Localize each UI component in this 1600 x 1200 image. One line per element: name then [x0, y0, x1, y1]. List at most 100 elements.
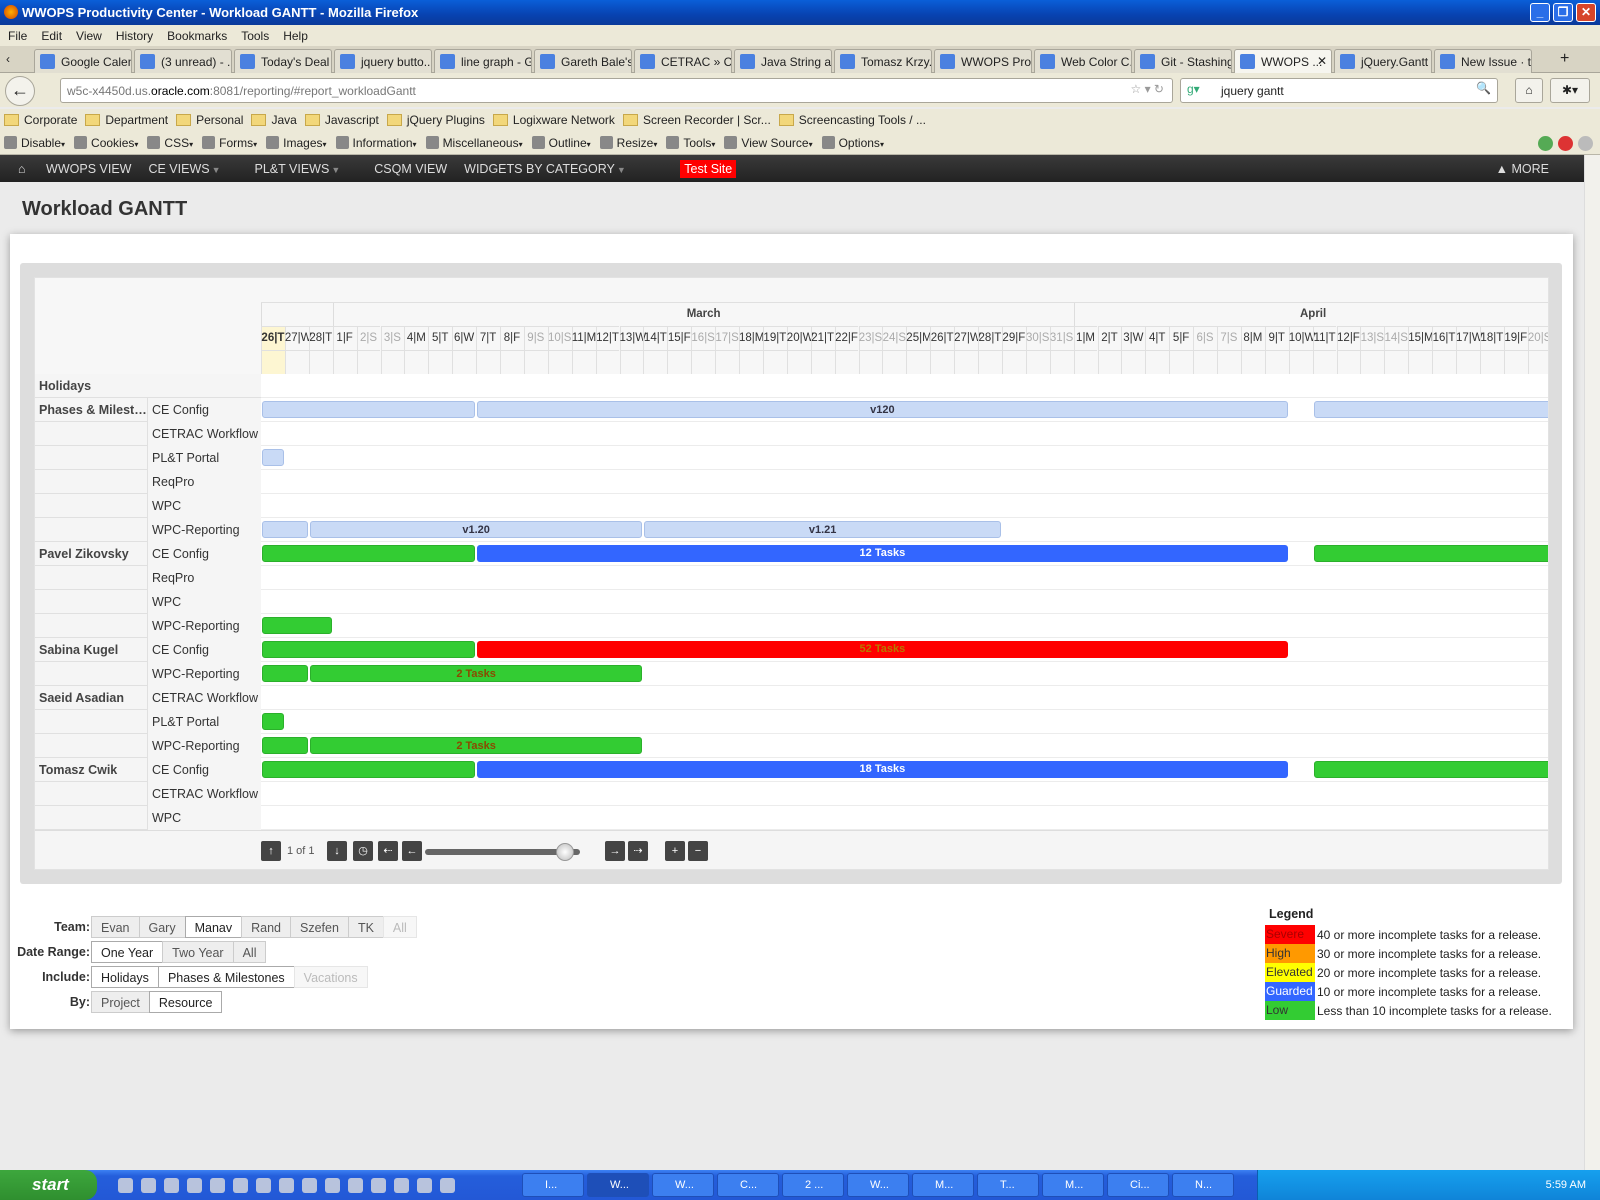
tab[interactable]: Gareth Bale's... — [534, 49, 632, 73]
tab[interactable]: (3 unread) - ... — [134, 49, 232, 73]
devtool-information[interactable]: Information▾ — [335, 136, 417, 150]
slider-handle[interactable] — [556, 843, 574, 861]
search-input[interactable]: g▾ jquery gantt 🔍 — [1180, 78, 1498, 103]
taskbar-item[interactable]: W... — [847, 1173, 909, 1197]
gantt-bar-low[interactable] — [262, 617, 332, 634]
filter-option[interactable]: Rand — [241, 916, 292, 938]
devtool-miscellaneous[interactable]: Miscellaneous▾ — [425, 136, 523, 150]
new-tab-button[interactable]: + — [1560, 50, 1569, 68]
filter-option[interactable]: Two Year — [162, 941, 234, 963]
gantt-bar-low[interactable] — [262, 713, 284, 730]
tab[interactable]: Tomasz Krzy... — [834, 49, 932, 73]
filter-option[interactable]: Gary — [138, 916, 186, 938]
tab[interactable]: Java String a... — [734, 49, 832, 73]
taskbar-item[interactable]: I... — [522, 1173, 584, 1197]
filter-option[interactable]: Phases & Milestones — [157, 966, 295, 988]
gantt-bar-low[interactable] — [262, 641, 476, 658]
devtool-forms[interactable]: Forms▾ — [202, 136, 257, 150]
taskbar-item[interactable]: 2 ... — [782, 1173, 844, 1197]
gantt-bar-guarded[interactable]: 18 Tasks — [477, 761, 1288, 778]
start-button[interactable]: start — [0, 1170, 97, 1200]
bookmark-item[interactable]: Department — [85, 113, 168, 127]
taskbar-item[interactable]: M... — [912, 1173, 974, 1197]
quicklaunch-icon[interactable] — [348, 1178, 363, 1193]
tab-close-icon[interactable]: ✕ — [1317, 54, 1327, 68]
gantt-bar-low[interactable]: 2 Tasks — [309, 737, 643, 754]
devtool-disable[interactable]: Disable▾ — [4, 136, 65, 150]
tab[interactable]: Today's Deal — [234, 49, 332, 73]
devtool-images[interactable]: Images▾ — [266, 136, 327, 150]
nav-item[interactable]: CSQM VIEW — [374, 162, 447, 176]
gantt-bar-phase[interactable] — [1313, 401, 1548, 418]
gantt-bar-phase[interactable]: v1.21 — [644, 521, 1001, 538]
quicklaunch-icon[interactable] — [118, 1178, 133, 1193]
filter-option[interactable]: Szefen — [290, 916, 349, 938]
devtool-view-source[interactable]: View Source▾ — [724, 136, 813, 150]
back-button[interactable]: ← — [5, 76, 35, 106]
taskbar-item[interactable]: W... — [652, 1173, 714, 1197]
zoom-in-button[interactable]: + — [665, 841, 685, 861]
gantt-bar-low[interactable] — [1313, 545, 1548, 562]
devtool-options[interactable]: Options▾ — [821, 136, 884, 150]
taskbar-item[interactable]: M... — [1042, 1173, 1104, 1197]
gantt-bar-phase[interactable] — [262, 449, 284, 466]
quicklaunch-icon[interactable] — [164, 1178, 179, 1193]
vertical-scrollbar[interactable] — [1584, 155, 1600, 1170]
gantt-bar-low[interactable] — [262, 665, 308, 682]
tab[interactable]: Web Color C... — [1034, 49, 1132, 73]
taskbar-item[interactable]: C... — [717, 1173, 779, 1197]
taskbar-item[interactable]: Ci... — [1107, 1173, 1169, 1197]
quicklaunch-icon[interactable] — [187, 1178, 202, 1193]
bookmark-item[interactable]: Personal — [176, 113, 243, 127]
quicklaunch-icon[interactable] — [417, 1178, 432, 1193]
devtool-resize[interactable]: Resize▾ — [599, 136, 657, 150]
tab[interactable]: line graph - G... — [434, 49, 532, 73]
quicklaunch-icon[interactable] — [141, 1178, 156, 1193]
taskbar-item[interactable]: T... — [977, 1173, 1039, 1197]
gantt-bar-phase[interactable]: v1.20 — [309, 521, 643, 538]
menu-bookmarks[interactable]: Bookmarks — [167, 29, 227, 43]
tab[interactable]: WWOPS ... ✕ — [1234, 49, 1332, 73]
close-button[interactable]: ✕ — [1576, 3, 1596, 22]
menu-file[interactable]: File — [8, 29, 27, 43]
gantt-bar-phase[interactable]: v120 — [477, 401, 1288, 418]
tab[interactable]: jQuery.Gantt — [1334, 49, 1432, 73]
nav-item[interactable]: PL&T VIEWS ▼ — [255, 162, 358, 176]
quicklaunch-icon[interactable] — [440, 1178, 455, 1193]
gantt-bar-low[interactable] — [1313, 761, 1548, 778]
gantt-bar-phase[interactable] — [262, 401, 476, 418]
menu-history[interactable]: History — [116, 29, 153, 43]
tab[interactable]: New Issue · t... — [1434, 49, 1532, 73]
tab[interactable]: WWOPS Pro... — [934, 49, 1032, 73]
bookmark-item[interactable]: Screen Recorder | Scr... — [622, 113, 771, 127]
bookmark-item[interactable]: Screencasting Tools / ... — [778, 113, 926, 127]
prev-week-button[interactable]: ⇠ — [378, 841, 398, 861]
menu-tools[interactable]: Tools — [241, 29, 269, 43]
quicklaunch-icon[interactable] — [371, 1178, 386, 1193]
tabs-scroll-left[interactable]: ‹ — [6, 52, 10, 66]
minimize-button[interactable]: _ — [1530, 3, 1550, 22]
bookmark-item[interactable]: Javascript — [304, 113, 379, 127]
gantt-bar-phase[interactable] — [262, 521, 308, 538]
quicklaunch-icon[interactable] — [279, 1178, 294, 1193]
gantt-bar-low[interactable]: 2 Tasks — [309, 665, 643, 682]
home-icon[interactable]: ⌂ — [18, 162, 26, 176]
devtool-css[interactable]: CSS▾ — [147, 136, 193, 150]
next-week-button[interactable]: ⇢ — [628, 841, 648, 861]
filter-option[interactable]: All — [232, 941, 267, 963]
gantt-bar-low[interactable] — [262, 545, 476, 562]
menu-view[interactable]: View — [76, 29, 102, 43]
tab[interactable]: CETRAC » C... — [634, 49, 732, 73]
quicklaunch-icon[interactable] — [233, 1178, 248, 1193]
quicklaunch-icon[interactable] — [325, 1178, 340, 1193]
nav-item[interactable]: WWOPS VIEW — [46, 162, 131, 176]
next-day-button[interactable]: → — [605, 841, 625, 861]
quicklaunch-icon[interactable] — [256, 1178, 271, 1193]
url-bar[interactable]: w5c-x4450d.us.oracle.com:8081/reporting/… — [60, 78, 1173, 103]
filter-option[interactable]: TK — [347, 916, 384, 938]
bookmark-item[interactable]: Java — [251, 113, 297, 127]
devtool-cookies[interactable]: Cookies▾ — [74, 136, 138, 150]
filter-option[interactable]: Holidays — [91, 966, 159, 988]
quicklaunch-icon[interactable] — [394, 1178, 409, 1193]
filter-option[interactable]: Project — [91, 991, 150, 1013]
